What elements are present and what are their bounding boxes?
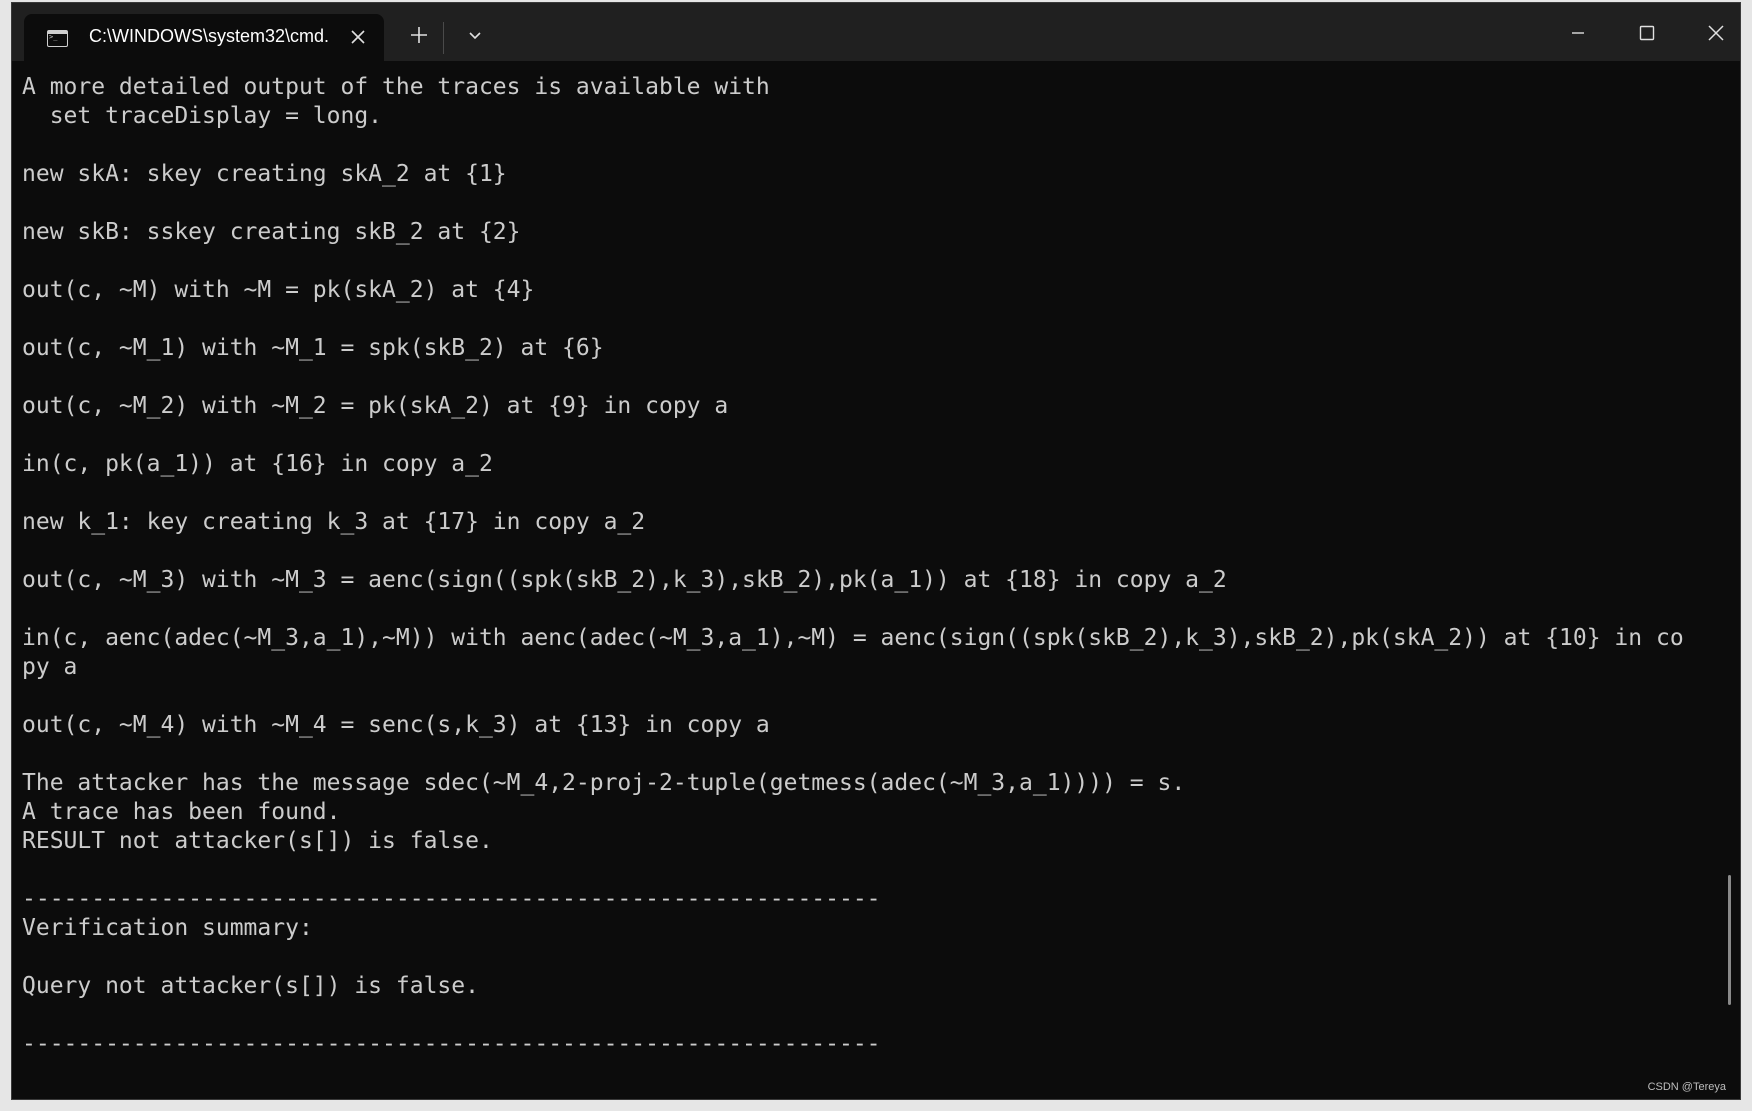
terminal-line: in(c, pk(a_1)) at {16} in copy a_2 bbox=[22, 451, 493, 477]
close-icon[interactable] bbox=[347, 26, 369, 48]
title-bar: C:\WINDOWS\system32\cmd. bbox=[12, 3, 1740, 62]
terminal-line: Verification summary: bbox=[22, 915, 313, 941]
terminal-line: set traceDisplay = long. bbox=[22, 103, 383, 129]
terminal-line: Query not attacker(s[]) is false. bbox=[22, 973, 479, 999]
terminal-line: RESULT not attacker(s[]) is false. bbox=[22, 828, 493, 854]
terminal-line: new skB: sskey creating skB_2 at {2} bbox=[22, 219, 521, 245]
terminal-window: C:\WINDOWS\system32\cmd. A more detailed… bbox=[11, 2, 1741, 1100]
watermark: CSDN @Tereya bbox=[1647, 1081, 1726, 1093]
maximize-icon[interactable] bbox=[1624, 13, 1670, 53]
terminal-line: out(c, ~M_2) with ~M_2 = pk(skA_2) at {9… bbox=[22, 393, 729, 419]
plus-icon[interactable] bbox=[399, 15, 439, 55]
terminal-line: out(c, ~M_4) with ~M_4 = senc(s,k_3) at … bbox=[22, 712, 770, 738]
close-icon[interactable] bbox=[1693, 13, 1739, 53]
terminal-line: ----------------------------------------… bbox=[22, 886, 881, 912]
terminal-output[interactable]: A more detailed output of the traces is … bbox=[22, 61, 1722, 1099]
terminal-line: ----------------------------------------… bbox=[22, 1031, 881, 1057]
terminal-line: new skA: skey creating skA_2 at {1} bbox=[22, 161, 507, 187]
tab-divider bbox=[443, 22, 444, 54]
tab-cmd[interactable]: C:\WINDOWS\system32\cmd. bbox=[24, 14, 384, 62]
terminal-line: out(c, ~M_3) with ~M_3 = aenc(sign((spk(… bbox=[22, 567, 1227, 593]
terminal-icon bbox=[47, 30, 68, 47]
terminal-line: out(c, ~M_1) with ~M_1 = spk(skB_2) at {… bbox=[22, 335, 604, 361]
terminal-line: out(c, ~M) with ~M = pk(skA_2) at {4} bbox=[22, 277, 535, 303]
minimize-icon[interactable] bbox=[1555, 13, 1601, 53]
terminal-line: A more detailed output of the traces is … bbox=[22, 74, 770, 100]
terminal-line: in(c, aenc(adec(~M_3,a_1),~M)) with aenc… bbox=[22, 625, 1684, 651]
terminal-line: new k_1: key creating k_3 at {17} in cop… bbox=[22, 509, 646, 535]
tab-title: C:\WINDOWS\system32\cmd. bbox=[89, 26, 330, 46]
chevron-down-icon[interactable] bbox=[455, 15, 495, 55]
terminal-line: py a bbox=[22, 654, 78, 680]
terminal-line: The attacker has the message sdec(~M_4,2… bbox=[22, 770, 1186, 796]
terminal-line: A trace has been found. bbox=[22, 799, 341, 825]
scrollbar[interactable] bbox=[1728, 875, 1731, 1005]
